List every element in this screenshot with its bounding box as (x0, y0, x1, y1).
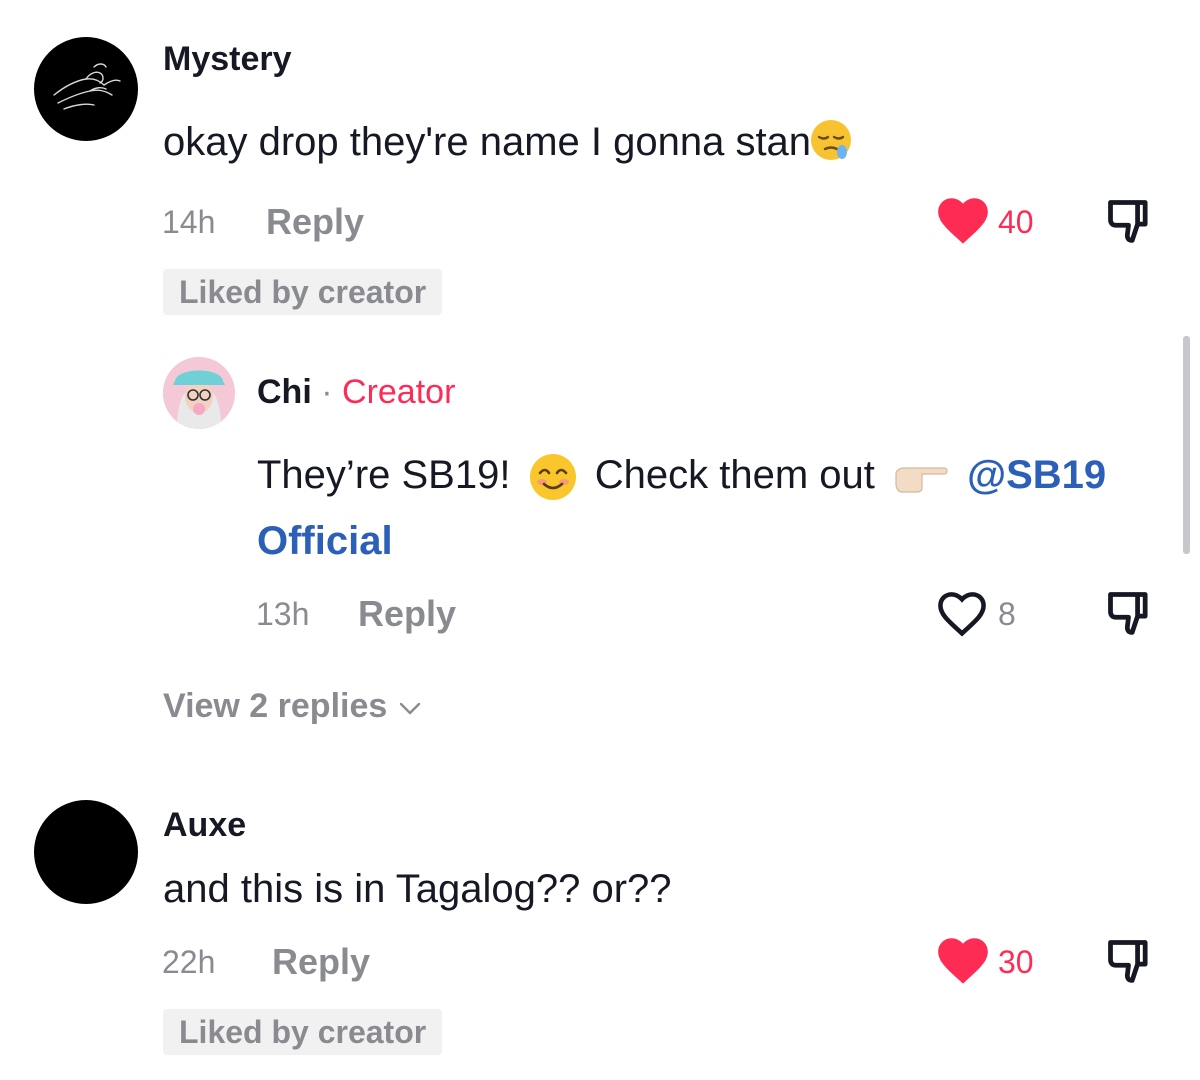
creator-tag: Creator (342, 373, 456, 411)
reply-timestamp: 13h (256, 596, 310, 632)
avatar[interactable] (163, 357, 235, 429)
reply-text: They’re SB19! Check them out @SB19 (257, 443, 1106, 507)
dislike-icon[interactable] (1104, 936, 1156, 988)
comment-username[interactable]: Auxe (163, 806, 246, 845)
comment-timestamp: 22h (162, 944, 216, 980)
pointing-right-emoji (895, 467, 948, 494)
reply-username[interactable]: Chi (257, 373, 312, 411)
liked-by-creator-badge: Liked by creator (163, 1009, 443, 1055)
heart-icon[interactable] (934, 194, 992, 246)
dislike-icon[interactable] (1104, 588, 1156, 640)
sleepy-face-emoji (811, 120, 852, 161)
mention-link[interactable]: @SB19 (967, 453, 1106, 497)
reply-button[interactable]: Reply (272, 941, 370, 983)
cartoon-avatar-icon (163, 357, 235, 429)
scrollbar-thumb[interactable] (1183, 336, 1190, 554)
like-count: 8 (998, 596, 1016, 632)
dislike-icon[interactable] (1104, 196, 1156, 248)
comment-text: and this is in Tagalog?? or?? (163, 867, 672, 911)
comment-timestamp: 14h (162, 204, 216, 240)
avatar[interactable] (34, 37, 138, 141)
like-count: 30 (998, 944, 1034, 980)
heart-icon[interactable] (934, 934, 992, 986)
separator-dot: · (321, 373, 333, 411)
liked-by-creator-badge: Liked by creator (163, 269, 443, 315)
heart-outline-icon[interactable] (934, 588, 990, 638)
reply-button[interactable]: Reply (266, 201, 364, 243)
hands-line-art-icon (53, 63, 121, 110)
comment-username[interactable]: Mystery (163, 40, 292, 79)
like-count: 40 (998, 204, 1034, 240)
view-replies-button[interactable]: View 2 replies (163, 687, 423, 726)
comment-text: okay drop they're name I gonna stan (163, 110, 853, 174)
avatar[interactable] (34, 800, 138, 904)
reply-button[interactable]: Reply (358, 593, 456, 635)
reply-header: Chi · Creator (257, 373, 455, 412)
mention-link-continued[interactable]: Official (257, 509, 393, 573)
chevron-down-icon (399, 702, 420, 715)
smiling-face-emoji (529, 454, 576, 501)
